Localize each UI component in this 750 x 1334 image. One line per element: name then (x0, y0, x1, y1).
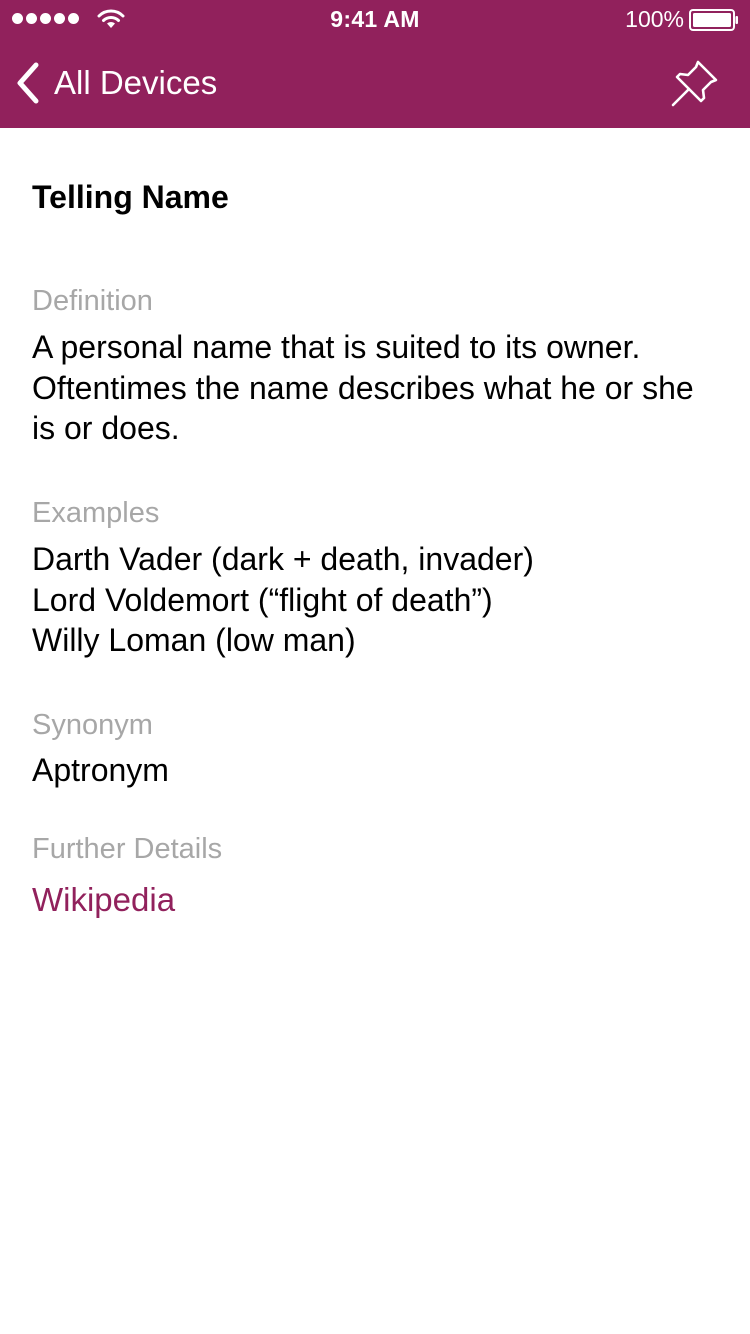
further-details-label: Further Details (32, 833, 223, 865)
status-bar: 9:41 AM 100% (0, 0, 750, 40)
example-item: Darth Vader (dark + death, invader) (32, 541, 534, 577)
navigation-bar: All Devices (0, 40, 750, 128)
synonym-text: Aptronym (32, 752, 169, 788)
wikipedia-link[interactable]: Wikipedia (32, 880, 175, 920)
back-button-label: All Devices (54, 64, 218, 101)
definition-text: A personal name that is suited to its ow… (32, 329, 694, 446)
synonym-label: Synonym (32, 709, 153, 741)
examples-label: Examples (32, 497, 160, 529)
back-button[interactable]: All Devices (14, 58, 217, 108)
definition-label: Definition (32, 285, 153, 317)
term-title: Telling Name (32, 179, 229, 215)
pushpin-icon[interactable] (668, 58, 720, 110)
screen: 9:41 AM 100% All Devices Telling Name De… (0, 0, 750, 1334)
example-item: Lord Voldemort (“flight of death”) (32, 581, 493, 618)
battery-percent: 100% (625, 6, 684, 32)
battery-icon (689, 9, 738, 31)
examples-list: Darth Vader (dark + death, invader) Lord… (32, 539, 722, 661)
chevron-left-icon (17, 62, 39, 104)
example-item: Willy Loman (low man) (32, 622, 356, 658)
top-bar: 9:41 AM 100% All Devices (0, 0, 750, 128)
